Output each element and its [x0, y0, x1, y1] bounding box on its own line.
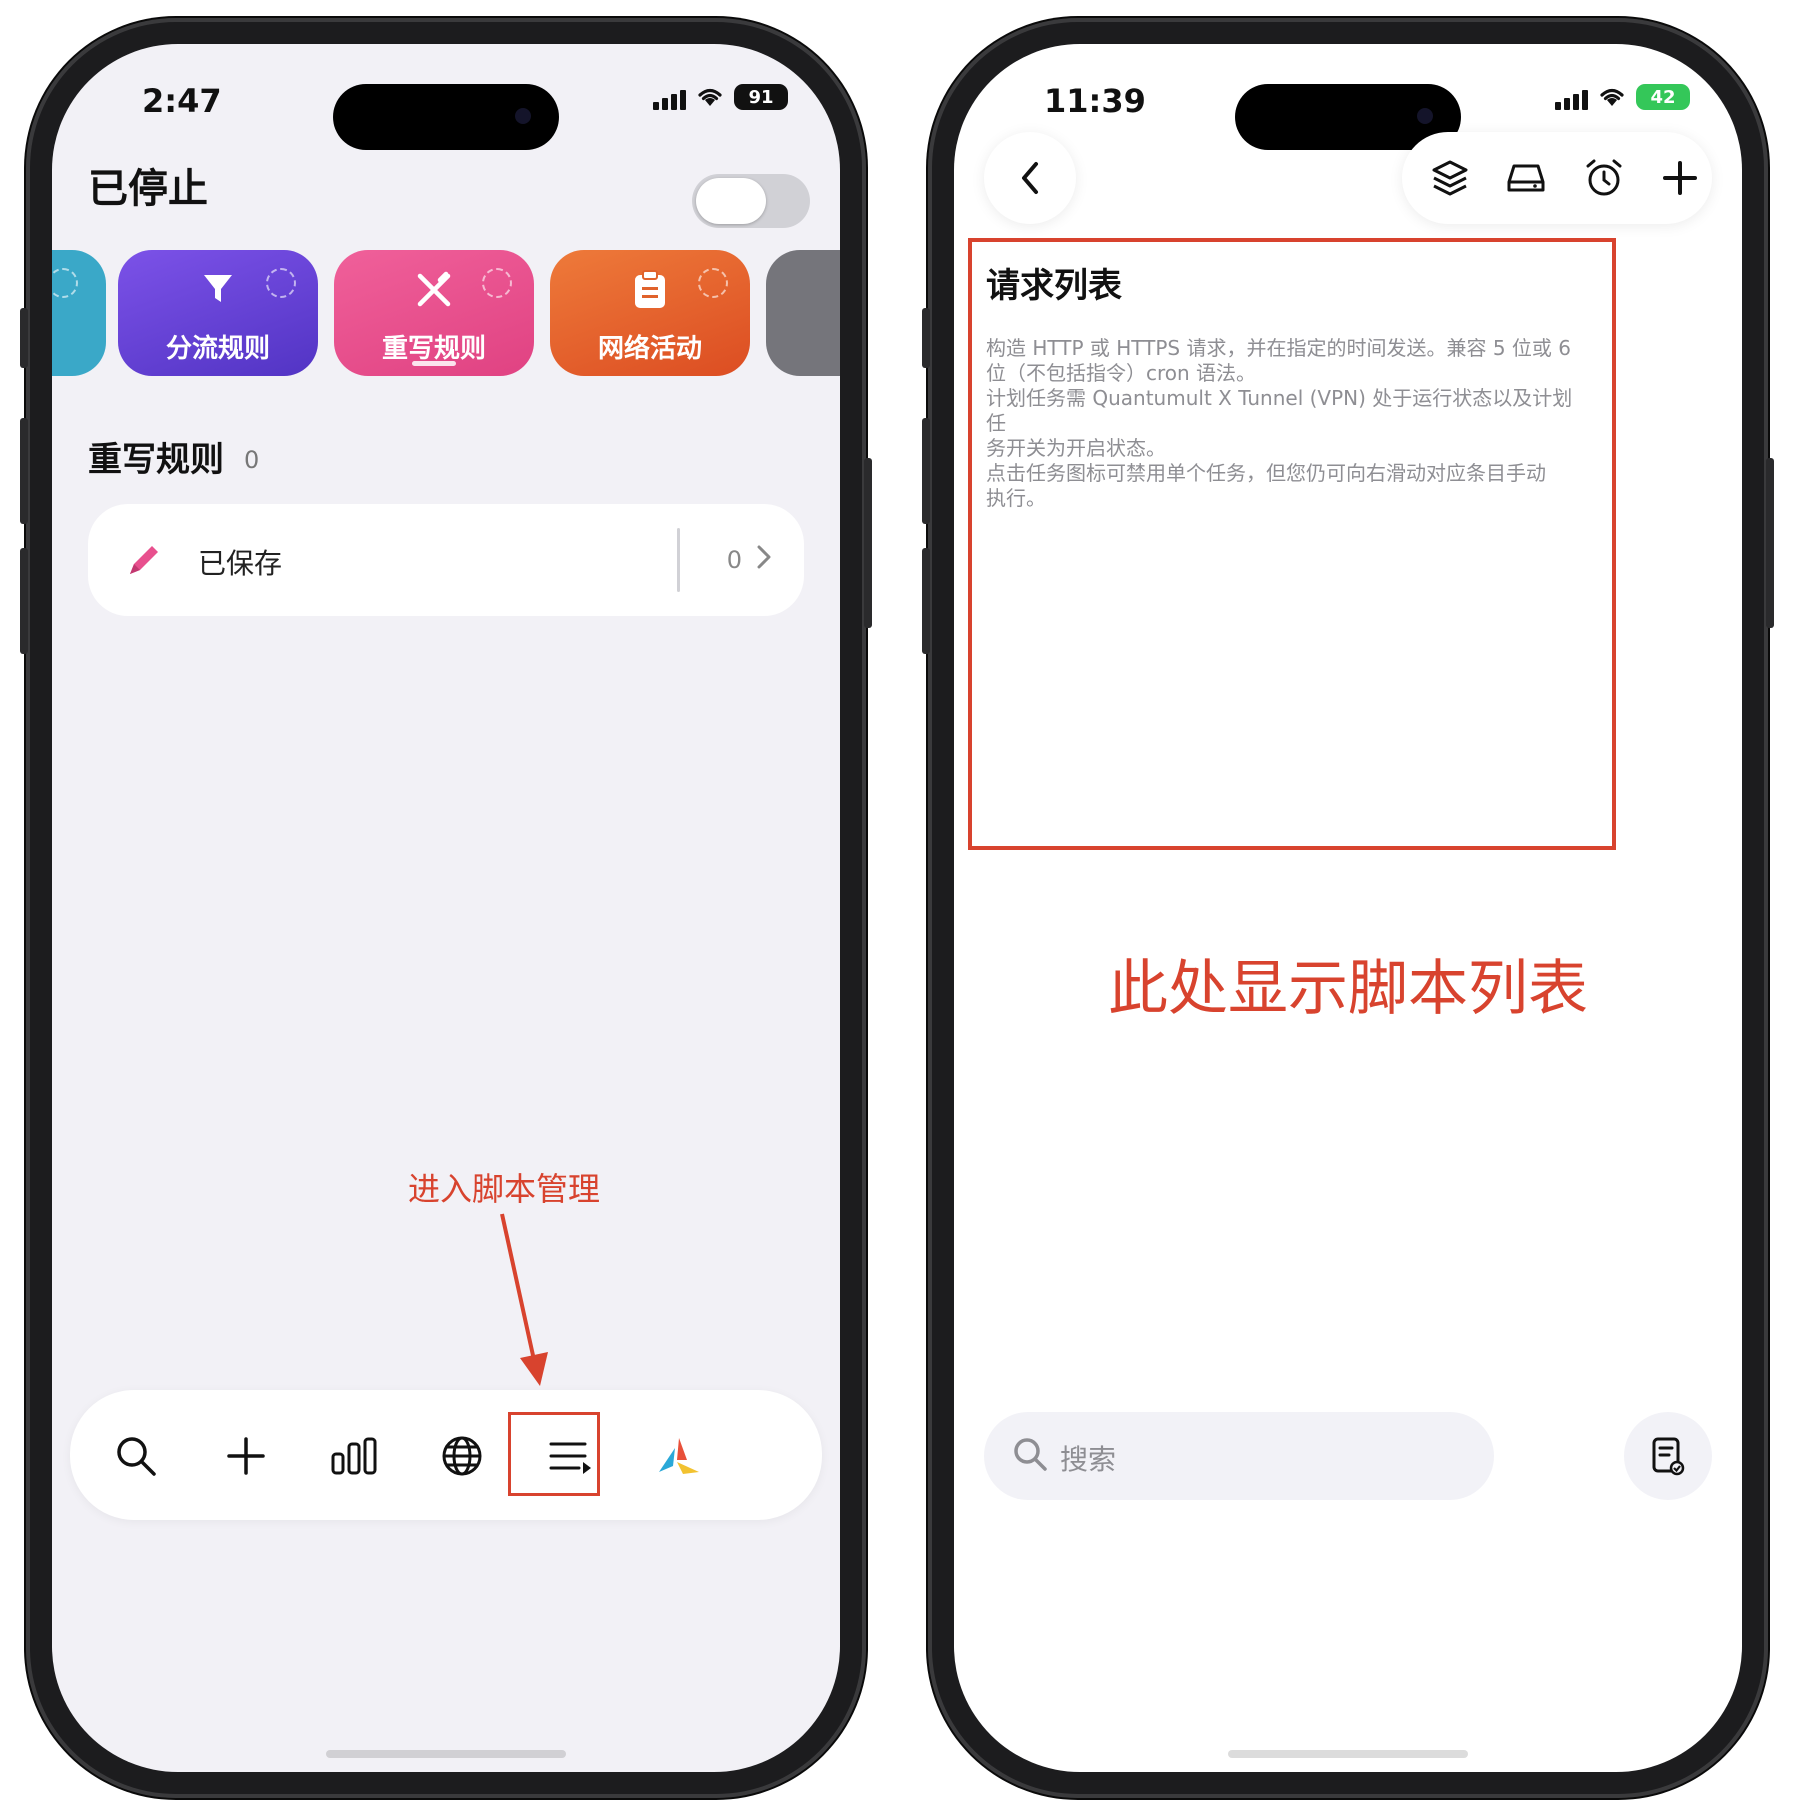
tab-add[interactable]: [216, 1426, 276, 1486]
layers-icon: [1432, 160, 1468, 196]
status-time: 2:47: [142, 82, 222, 120]
power-button: [864, 458, 872, 628]
status-time: 11:39: [1044, 82, 1146, 120]
page-title: 已停止: [88, 166, 208, 212]
tile-label: 网络活动: [597, 334, 702, 364]
dynamic-island: [333, 84, 559, 150]
battery-indicator: 91: [734, 84, 788, 110]
search-icon: [117, 1437, 156, 1476]
power-button: [1766, 458, 1774, 628]
alarm-icon: [1586, 159, 1622, 196]
wifi-icon: [698, 88, 722, 106]
back-button[interactable]: [984, 132, 1076, 224]
signal-icon: [1555, 84, 1588, 110]
panel-description: 构造 HTTP 或 HTTPS 请求，并在指定的时间发送。兼容 5 位或 6 位…: [986, 336, 1573, 510]
add-icon: [227, 1437, 265, 1475]
chevron-left-icon: [1022, 162, 1038, 194]
vpn-toggle[interactable]: [692, 174, 810, 228]
tile-rewrite-rules[interactable]: 重写规则: [334, 250, 534, 376]
search-icon: [1014, 1438, 1047, 1471]
annotation-arrow: [500, 1213, 548, 1386]
rewrite-icon: [417, 271, 451, 307]
tab-app-logo[interactable]: [648, 1426, 708, 1486]
log-button[interactable]: [1624, 1412, 1712, 1500]
top-toolbar: [1402, 132, 1712, 224]
filter-icon: [204, 275, 232, 302]
active-indicator: [412, 361, 456, 366]
drive-icon: [1507, 164, 1545, 192]
volume-up-button: [922, 418, 930, 524]
panel-title: 请求列表: [986, 266, 1122, 306]
section-count: 0: [244, 446, 260, 474]
stats-icon: [331, 1437, 377, 1475]
globe-icon: [442, 1436, 482, 1476]
saved-label: 已保存: [198, 547, 283, 580]
action-button: [20, 308, 28, 368]
document-check-icon: [1652, 1437, 1685, 1476]
tile-network-activity[interactable]: 网络活动: [550, 250, 750, 376]
tab-search[interactable]: [106, 1426, 166, 1486]
request-list-panel: 请求列表 构造 HTTP 或 HTTPS 请求，并在指定的时间发送。兼容 5 位…: [968, 238, 1616, 850]
layers-button[interactable]: [1426, 154, 1474, 202]
saved-count: 0: [726, 546, 742, 574]
screen: 11:39 42 请求列表 构造 HTTP 或 HTTPS 请求，并在指定的时间…: [954, 44, 1742, 1772]
volume-down-button: [20, 548, 28, 654]
search-placeholder: 搜索: [1060, 1443, 1117, 1476]
tile-filter-rules[interactable]: 分流规则: [118, 250, 318, 376]
chevron-right-icon: [757, 545, 771, 569]
clipboard-icon: [635, 270, 665, 308]
add-icon: [1663, 161, 1697, 195]
annotation-script-list: 此处显示脚本列表: [1108, 954, 1588, 1024]
search-input[interactable]: 搜索: [984, 1412, 1494, 1500]
annotation-enter-scripts: 进入脚本管理: [408, 1170, 601, 1208]
app-logo-icon: [659, 1438, 699, 1474]
alarm-button[interactable]: [1580, 154, 1628, 202]
divider: [677, 528, 680, 592]
status-indicators: 91: [653, 84, 788, 110]
action-button: [922, 308, 930, 368]
tile-label: 分流规则: [165, 334, 270, 364]
tab-stats[interactable]: [324, 1426, 384, 1486]
home-indicator: [1228, 1750, 1468, 1758]
status-indicators: 42: [1555, 84, 1690, 110]
section-title: 重写规则: [88, 440, 224, 480]
phone-right: 11:39 42 请求列表 构造 HTTP 或 HTTPS 请求，并在指定的时间…: [922, 18, 1774, 1798]
phone-left: 2:47 91 已停止 分流规则 重写规则 网络活动 重写规则 0 已保存 0 …: [20, 18, 872, 1798]
tile-label: 重写规则: [381, 334, 486, 364]
screen: 2:47 91 已停止 分流规则 重写规则 网络活动 重写规则 0 已保存 0 …: [52, 44, 840, 1772]
saved-rules-row[interactable]: 已保存 0: [88, 504, 804, 616]
add-button[interactable]: [1656, 154, 1704, 202]
battery-indicator: 42: [1636, 84, 1690, 110]
tile-partial-left[interactable]: [52, 250, 106, 376]
wifi-icon: [1600, 88, 1624, 106]
signal-icon: [653, 84, 686, 110]
drive-button[interactable]: [1502, 154, 1550, 202]
volume-down-button: [922, 548, 930, 654]
home-indicator: [326, 1750, 566, 1758]
feature-tiles: 分流规则 重写规则 网络活动: [52, 250, 840, 382]
pencil-icon: [130, 546, 158, 574]
volume-up-button: [20, 418, 28, 524]
tab-globe[interactable]: [432, 1426, 492, 1486]
bottom-tab-bar: [70, 1390, 822, 1520]
tile-partial-right[interactable]: [766, 250, 840, 376]
annotation-highlight-box: [508, 1412, 600, 1496]
